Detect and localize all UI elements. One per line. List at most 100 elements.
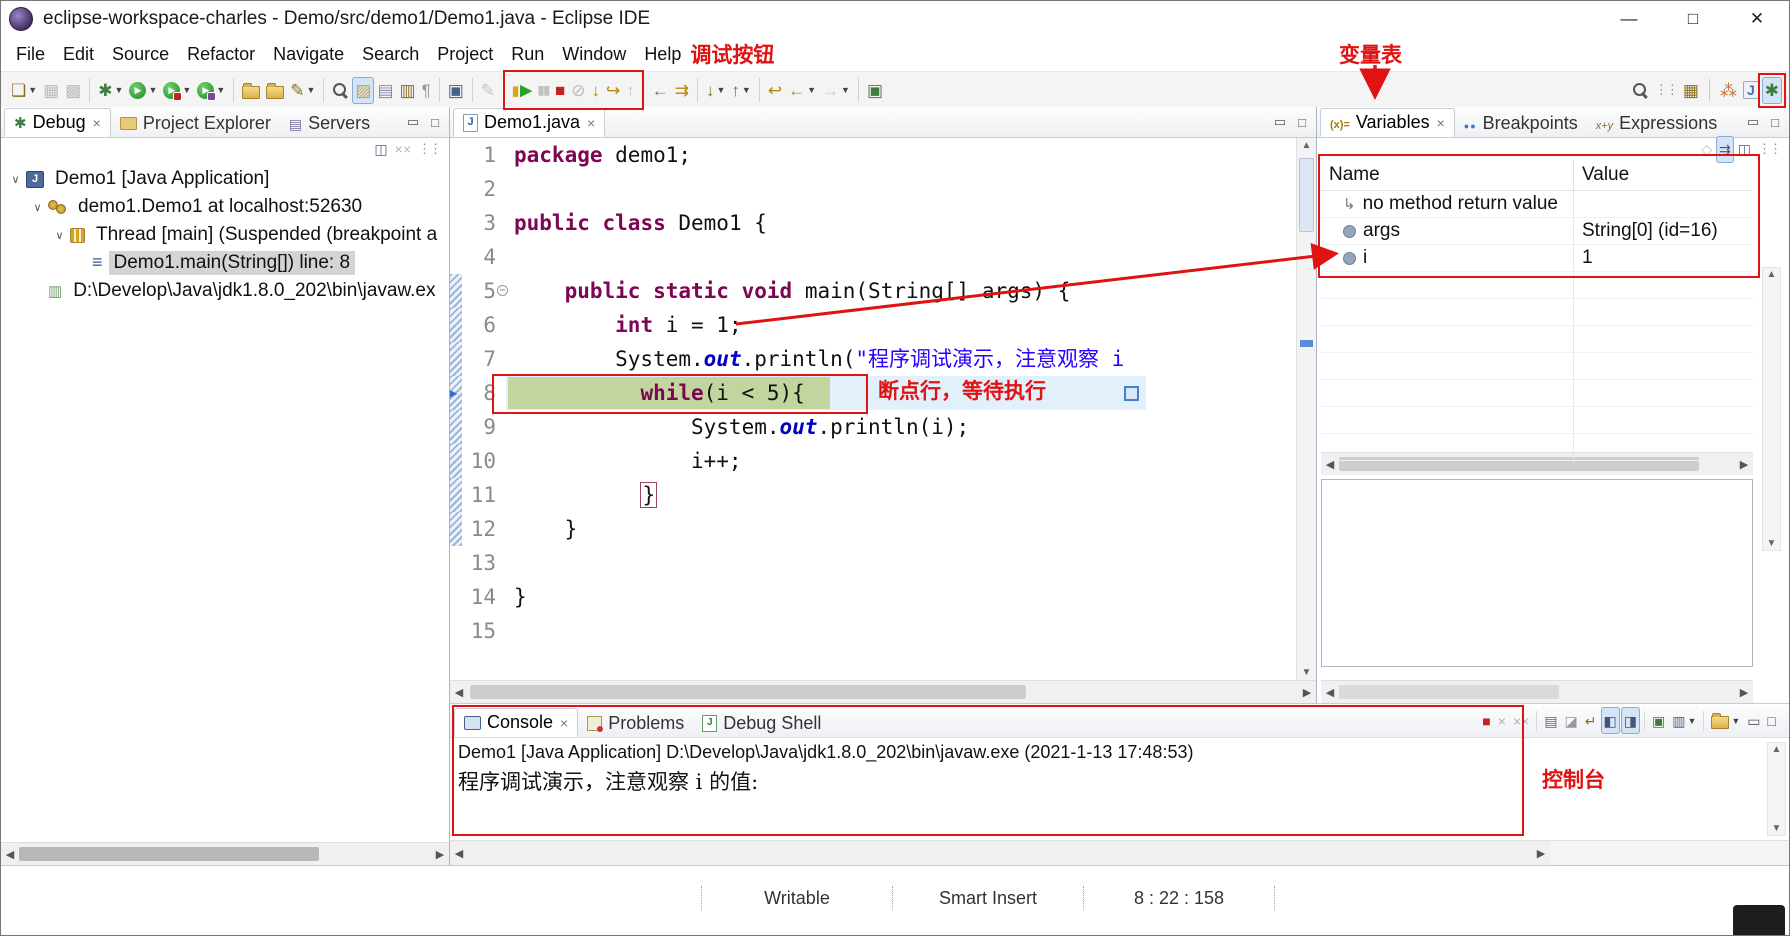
- save-all-button[interactable]: ▩: [62, 77, 84, 104]
- dropdown-arrow-icon[interactable]: ▼: [216, 85, 225, 95]
- collapse-all-button[interactable]: ◫: [371, 136, 390, 163]
- suspend-button[interactable]: ▮▮: [535, 77, 552, 104]
- menu-edit[interactable]: Edit: [54, 40, 103, 69]
- gutter-line-10[interactable]: [450, 444, 462, 478]
- chevron-down-icon[interactable]: ∨: [51, 229, 68, 242]
- scroll-left-icon[interactable]: ◀: [1321, 686, 1339, 699]
- maximize-view-button[interactable]: □: [1765, 707, 1779, 734]
- line-number[interactable]: 13: [462, 546, 496, 580]
- scroll-down-icon[interactable]: ▼: [1297, 667, 1316, 678]
- code-text-line-13[interactable]: [506, 546, 1296, 580]
- step-into-button[interactable]: ↓: [589, 77, 604, 104]
- display-selected-console-button[interactable]: ▥▼: [1669, 707, 1699, 734]
- tab-variables[interactable]: Variables×: [1320, 108, 1455, 137]
- gutter-line-11[interactable]: [450, 478, 462, 512]
- menu-file[interactable]: File: [7, 40, 54, 69]
- dropdown-arrow-icon[interactable]: ▼: [1731, 716, 1740, 726]
- tab-problems[interactable]: Problems: [578, 710, 693, 737]
- minimize-view-button[interactable]: ▭: [1744, 707, 1763, 734]
- variable-value[interactable]: [1573, 191, 1753, 217]
- back-history-button[interactable]: ←▼: [785, 77, 819, 104]
- debug-perspective-button[interactable]: ✱: [1762, 77, 1782, 104]
- scroll-up-icon[interactable]: ▲: [1297, 140, 1316, 151]
- code-text-line-14[interactable]: }: [506, 580, 1296, 614]
- search-button[interactable]: [1629, 77, 1652, 104]
- word-wrap-button[interactable]: ↵: [1582, 707, 1600, 734]
- line-number[interactable]: 12: [462, 512, 496, 546]
- code-text-line-6[interactable]: int i = 1;: [506, 308, 1296, 342]
- drop-to-frame-button[interactable]: ←: [649, 77, 672, 104]
- close-tab-icon[interactable]: ×: [93, 115, 101, 131]
- save-button[interactable]: ▦: [40, 77, 62, 104]
- menu-help[interactable]: Help: [635, 40, 690, 69]
- dropdown-arrow-icon[interactable]: ▼: [1687, 716, 1696, 726]
- console-hscrollbar[interactable]: ◀ ▶: [450, 841, 1550, 865]
- gutter-line-6[interactable]: [450, 308, 462, 342]
- terminate-button[interactable]: ■: [552, 77, 568, 104]
- scroll-right-icon[interactable]: ▶: [1298, 686, 1316, 699]
- menu-navigate[interactable]: Navigate: [264, 40, 353, 69]
- close-window-button[interactable]: ✕: [1725, 1, 1789, 37]
- annotate-button[interactable]: ✎▼: [287, 77, 318, 104]
- scroll-right-icon[interactable]: ▶: [1532, 847, 1550, 860]
- show-logical-structures-button[interactable]: ⇉: [1716, 136, 1734, 163]
- minimize-view-icon[interactable]: ▭: [1747, 114, 1759, 130]
- scroll-right-icon[interactable]: ▶: [1735, 686, 1753, 699]
- code-text-line-4[interactable]: [506, 240, 1296, 274]
- gutter-line-7[interactable]: [450, 342, 462, 376]
- variables-vscrollbar[interactable]: ▲ ▼: [1762, 267, 1781, 551]
- scroll-up-icon[interactable]: ▲: [1768, 744, 1785, 755]
- debug-launch-button[interactable]: ✱▼: [95, 77, 126, 104]
- scrollbar-thumb[interactable]: [1299, 158, 1314, 232]
- tab-project-explorer[interactable]: Project Explorer: [111, 110, 280, 137]
- scroll-left-icon[interactable]: ◀: [450, 847, 468, 860]
- close-tab-icon[interactable]: ×: [587, 115, 595, 131]
- maximize-view-icon[interactable]: □: [1771, 115, 1779, 130]
- code-text-line-7[interactable]: System.out.println("程序调试演示，注意观察 i: [506, 342, 1296, 376]
- line-number[interactable]: 4: [462, 240, 496, 274]
- line-number[interactable]: 9: [462, 410, 496, 444]
- line-number[interactable]: 8: [462, 376, 496, 410]
- code-editor[interactable]: 1package demo1;23public class Demo1 {45−…: [450, 138, 1296, 680]
- perspective-pipe-button[interactable]: [1702, 77, 1717, 104]
- collapse-all-button[interactable]: ◫: [1735, 136, 1754, 163]
- gutter-line-14[interactable]: [450, 580, 462, 614]
- code-text-line-3[interactable]: public class Demo1 {: [506, 206, 1296, 240]
- minimize-window-button[interactable]: —: [1597, 1, 1661, 37]
- show-type-names-button[interactable]: ◇: [1698, 136, 1715, 163]
- open-console-view-button[interactable]: ▣: [445, 77, 467, 104]
- tab-demo1-java[interactable]: Demo1.java×: [453, 108, 605, 137]
- new-java-project-button[interactable]: [239, 77, 263, 104]
- code-text-line-10[interactable]: i++;: [506, 444, 1296, 478]
- gutter-line-5[interactable]: [450, 274, 462, 308]
- code-text-line-11[interactable]: }: [506, 478, 1296, 512]
- line-number[interactable]: 14: [462, 580, 496, 614]
- gutter-line-3[interactable]: [450, 206, 462, 240]
- menu-project[interactable]: Project: [428, 40, 502, 69]
- show-stdout-change-button[interactable]: ◧: [1601, 707, 1620, 734]
- line-number[interactable]: 3: [462, 206, 496, 240]
- minimize-view-icon[interactable]: ▭: [1274, 114, 1286, 130]
- dropdown-arrow-icon[interactable]: ▼: [115, 85, 124, 95]
- forward-history-button[interactable]: →▼: [819, 77, 853, 104]
- line-number[interactable]: 10: [462, 444, 496, 478]
- console-vscrollbar[interactable]: ▲ ▼: [1767, 742, 1786, 836]
- dropdown-arrow-icon[interactable]: ▼: [742, 85, 751, 95]
- dropdown-arrow-icon[interactable]: ▼: [182, 85, 191, 95]
- previous-annotation-button[interactable]: ↑▼: [728, 77, 753, 104]
- remove-terminated-button[interactable]: ××: [392, 136, 414, 163]
- tree-item-demo1-demo1-at-loc[interactable]: ∨demo1.Demo1 at localhost:52630: [1, 193, 449, 221]
- line-number[interactable]: 11: [462, 478, 496, 512]
- line-number[interactable]: 7: [462, 342, 496, 376]
- tab-servers[interactable]: Servers: [280, 110, 379, 137]
- open-task-button[interactable]: [263, 77, 287, 104]
- menu-refactor[interactable]: Refactor: [178, 40, 264, 69]
- profile-launch-button[interactable]: ▶▼: [194, 77, 228, 104]
- tab-breakpoints[interactable]: Breakpoints: [1455, 110, 1587, 137]
- scrollbar-thumb[interactable]: [1339, 685, 1559, 699]
- disconnect-button[interactable]: ⊘: [568, 77, 588, 104]
- view-menu-button[interactable]: ⋮⋮: [415, 136, 443, 163]
- scrollbar-thumb[interactable]: [19, 847, 319, 861]
- variable-detail-pane[interactable]: [1321, 479, 1753, 667]
- javaee-perspective-button[interactable]: ⁂: [1717, 77, 1740, 104]
